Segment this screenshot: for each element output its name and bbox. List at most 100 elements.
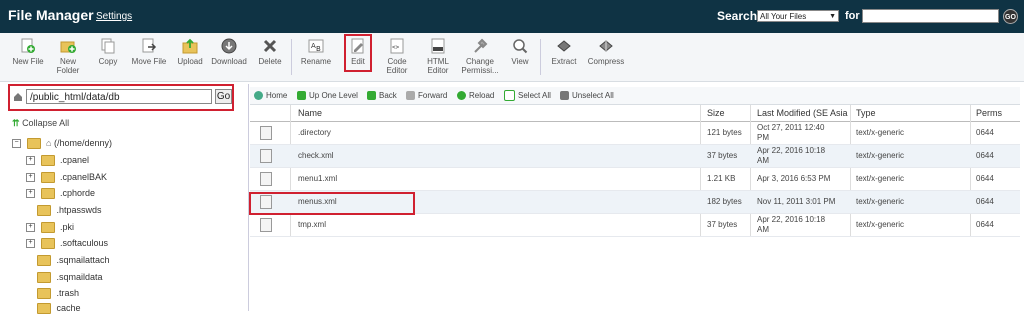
settings-link[interactable]: Settings [96,11,132,22]
delete-button[interactable]: Delete [256,38,284,66]
search-label: Search [717,9,758,23]
path-bar: /public_html/data/db Go [8,84,234,111]
compress-button[interactable]: Compress [585,38,627,66]
view-button[interactable]: View [508,38,532,66]
file-perms: 0644 [976,128,994,137]
toolbar-label: Download [211,57,247,66]
extract-icon [556,38,572,54]
edit-highlight-box [344,34,372,72]
search-scope-select[interactable]: All Your Files ▼ [757,10,839,22]
file-type: text/x-generic [856,220,905,229]
search-scope-value: All Your Files [760,12,807,21]
tree-item[interactable]: + .cpanelBAK [26,170,107,184]
rename-icon: AB [308,38,324,54]
search-input[interactable] [862,9,999,23]
select-all-button[interactable]: Select All [504,90,551,102]
tree-item[interactable]: + .softaculous [26,236,108,250]
column-header-modified[interactable]: Last Modified (SE Asia S [757,105,849,121]
up-one-level-button[interactable]: Up One Level [297,90,358,101]
file-perms: 0644 [976,220,994,229]
folder-icon [40,172,55,184]
toolbar-label: Copy [98,57,118,66]
code-editor-icon: <> [389,38,405,54]
modified-line: Apr 22, 2016 10:18 [757,146,826,155]
file-name: tmp.xml [298,220,326,229]
table-row[interactable]: menu1.xml 1.21 KB Apr 3, 2016 6:53 PM te… [250,168,1020,191]
file-icon [260,214,272,236]
toolbar-label: HTML [427,57,449,66]
reload-button[interactable]: Reload [457,90,494,101]
extract-button[interactable]: Extract [547,38,581,66]
back-button[interactable]: Back [367,90,397,101]
change-permissions-button[interactable]: Change Permissi... [459,38,501,75]
tree-item[interactable]: cache [37,301,81,315]
table-row[interactable]: tmp.xml 37 bytes Apr 22, 2016 10:18 AM t… [250,214,1020,237]
folder-tree: − ⌂ (/home/denny) + .cpanel + .cpanelBAK… [0,133,246,315]
tree-item-label: .trash [56,288,80,298]
checkbox-checked-icon [504,90,515,102]
collapse-toggle-icon[interactable]: − [12,139,21,149]
download-button[interactable]: Download [211,38,247,66]
path-go-button[interactable]: Go [215,89,232,104]
unselect-all-button[interactable]: Unselect All [560,90,614,101]
path-input[interactable]: /public_html/data/db [26,89,212,104]
tree-item-label: .pki [60,222,75,232]
move-file-button[interactable]: Move File [130,38,168,66]
collapse-icon: ⇈ [12,118,20,128]
table-row[interactable]: check.xml 37 bytes Apr 22, 2016 10:18 AM… [250,145,1020,168]
tree-item[interactable]: + .cphorde [26,186,95,200]
svg-text:B: B [316,45,321,53]
search-go-button[interactable]: GO [1003,9,1018,24]
tree-item-label: .cphorde [60,188,96,198]
tree-item[interactable]: + .cpanel [26,153,89,167]
toolbar-label: Permissi... [461,66,499,75]
house-icon [13,92,23,102]
column-header-type[interactable]: Type [856,105,966,121]
folder-icon [40,188,55,200]
collapse-all-link[interactable]: ⇈ Collapse All [12,118,69,129]
tree-item[interactable]: .sqmaildata [37,270,103,284]
column-header-name[interactable]: Name [298,105,698,121]
delete-icon [262,38,278,54]
column-header-perms[interactable]: Perms [976,105,1016,121]
toolbar-label: Move File [131,57,167,66]
new-folder-button[interactable]: New Folder [52,38,84,75]
tree-item[interactable]: .htpasswds [37,203,102,217]
folder-icon [37,288,51,300]
file-size: 121 bytes [707,128,742,137]
expand-toggle-icon[interactable]: + [26,173,35,183]
tree-item-label: .softaculous [60,238,109,248]
home-button[interactable]: Home [254,90,287,101]
toolbar-label: Editor [427,66,449,75]
expand-toggle-icon[interactable]: + [26,189,35,199]
app-title: File Manager [8,7,94,23]
tree-item[interactable]: − ⌂ (/home/denny) [12,136,112,150]
tree-item[interactable]: .sqmailattach [37,253,110,267]
upload-button[interactable]: Upload [176,38,204,66]
nav-label: Reload [469,91,495,100]
navigation-bar: Home Up One Level Back Forward Reload Se… [250,87,1020,105]
forward-arrow-icon [406,91,415,101]
file-icon [260,145,272,167]
html-editor-button[interactable]: HTML Editor [423,38,453,75]
column-header-size[interactable]: Size [707,105,752,121]
rename-button[interactable]: AB Rename [298,38,334,66]
expand-toggle-icon[interactable]: + [26,239,35,249]
expand-toggle-icon[interactable]: + [26,156,35,166]
table-row[interactable]: .directory 121 bytes Oct 27, 2011 12:40 … [250,122,1020,145]
svg-text:<>: <> [392,44,400,51]
modified-line: PM [757,133,769,142]
tree-item[interactable]: + .pki [26,220,74,234]
modified-line: Oct 27, 2011 12:40 [757,123,825,132]
expand-toggle-icon[interactable]: + [26,223,35,233]
new-file-button[interactable]: New File [8,38,48,66]
file-size: 37 bytes [707,220,738,229]
toolbar-label: New File [12,57,44,66]
code-editor-button[interactable]: <> Code Editor [382,38,412,75]
file-size: 37 bytes [707,151,738,160]
tree-item-label: .sqmaildata [56,272,103,282]
forward-button[interactable]: Forward [406,90,447,101]
copy-button[interactable]: Copy [94,38,122,66]
compress-icon [598,38,614,54]
tree-item[interactable]: .trash [37,286,79,300]
